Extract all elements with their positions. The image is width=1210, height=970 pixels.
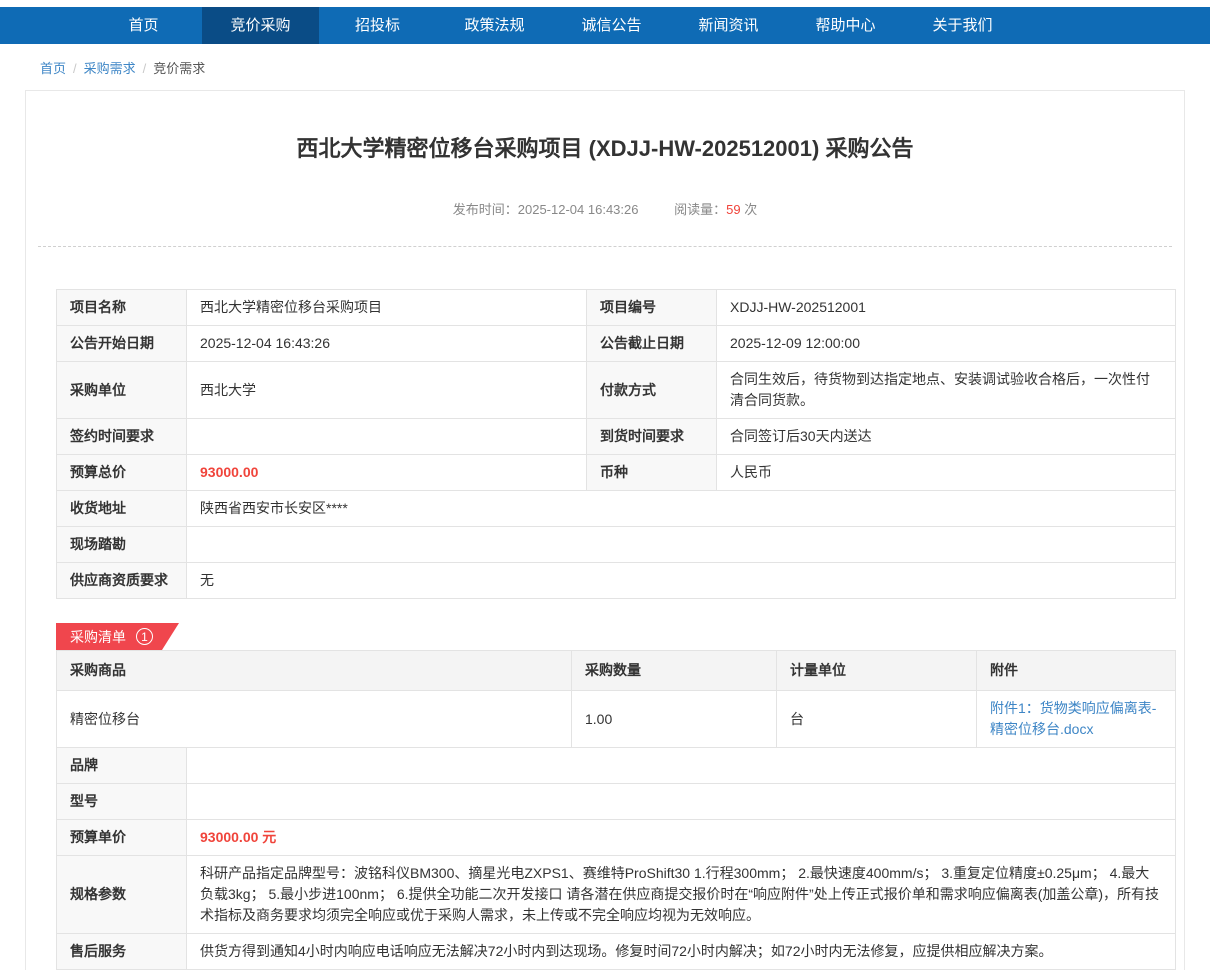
nav-item-policies[interactable]: 政策法规 — [436, 7, 553, 44]
table-row: 收货地址 陕西省西安市长安区**** — [56, 490, 1176, 527]
table-row: 预算单价 93000.00 元 — [56, 819, 1176, 856]
info-label: 项目名称 — [56, 289, 187, 326]
unit-price-value: 93000.00 元 — [186, 819, 1176, 856]
table-row: 型号 — [56, 783, 1176, 820]
purchase-list-section: 采购清单 1 — [56, 623, 1184, 650]
info-value: 西北大学精密位移台采购项目 — [186, 289, 587, 326]
purchase-list-tag-label: 采购清单 — [70, 628, 126, 645]
info-label: 预算总价 — [56, 454, 187, 491]
after-sales-value: 供货方得到通知4小时内响应电话响应无法解决72小时内到达现场。修复时间72小时内… — [186, 933, 1176, 970]
col-header-attachment: 附件 — [976, 650, 1176, 691]
purchase-list-table: 采购商品 采购数量 计量单位 附件 精密位移台 1.00 台 附件1：货物类响应… — [56, 650, 1176, 748]
info-value: XDJJ-HW-202512001 — [716, 289, 1176, 326]
top-nav: 首页 竞价采购 招投标 政策法规 诚信公告 新闻资讯 帮助中心 关于我们 — [0, 7, 1210, 44]
table-row: 预算总价 93000.00 币种 人民币 — [56, 454, 1176, 491]
nav-item-news[interactable]: 新闻资讯 — [670, 7, 787, 44]
col-header-quantity: 采购数量 — [571, 650, 777, 691]
views-label: 阅读量： — [674, 202, 727, 217]
info-value: 陕西省西安市长安区**** — [186, 490, 1176, 527]
info-label: 现场踏勘 — [56, 526, 187, 563]
info-label: 公告开始日期 — [56, 325, 187, 362]
nav-item-tenders[interactable]: 招投标 — [319, 7, 436, 44]
info-value — [186, 526, 1176, 563]
table-row: 项目名称 西北大学精密位移台采购项目 项目编号 XDJJ-HW-20251200… — [56, 289, 1176, 326]
info-label: 采购单位 — [56, 361, 187, 419]
info-value: 2025-12-04 16:43:26 — [186, 325, 587, 362]
table-header-row: 采购商品 采购数量 计量单位 附件 — [56, 650, 1176, 691]
info-label: 币种 — [586, 454, 717, 491]
info-value — [186, 418, 587, 455]
info-value: 2025-12-09 12:00:00 — [716, 325, 1176, 362]
detail-value — [186, 783, 1176, 820]
info-label: 付款方式 — [586, 361, 717, 419]
nav-item-home[interactable]: 首页 — [85, 7, 202, 44]
detail-label: 预算单价 — [56, 819, 187, 856]
nav-item-about-us[interactable]: 关于我们 — [904, 7, 1021, 44]
info-value: 人民币 — [716, 454, 1176, 491]
breadcrumb-home-link[interactable]: 首页 — [40, 61, 66, 76]
info-label: 项目编号 — [586, 289, 717, 326]
info-label: 公告截止日期 — [586, 325, 717, 362]
nav-item-integrity-notices[interactable]: 诚信公告 — [553, 7, 670, 44]
detail-label: 型号 — [56, 783, 187, 820]
spec-params-value: 科研产品指定品牌型号：波铭科仪BM300、摘星光电ZXPS1、赛维特ProShi… — [186, 855, 1176, 934]
nav-item-help-center[interactable]: 帮助中心 — [787, 7, 904, 44]
breadcrumb-separator: / — [142, 61, 147, 76]
publish-meta: 发布时间：2025-12-04 16:43:26 阅读量：59 次 — [26, 199, 1184, 218]
info-value: 合同签订后30天内送达 — [716, 418, 1176, 455]
views-count: 59 — [726, 202, 741, 217]
table-row: 公告开始日期 2025-12-04 16:43:26 公告截止日期 2025-1… — [56, 325, 1176, 362]
item-count-badge: 1 — [136, 628, 153, 645]
table-row: 签约时间要求 到货时间要求 合同签订后30天内送达 — [56, 418, 1176, 455]
info-label: 签约时间要求 — [56, 418, 187, 455]
publish-time-value: 2025-12-04 16:43:26 — [517, 202, 639, 217]
product-name: 精密位移台 — [56, 690, 572, 748]
views-unit: 次 — [744, 202, 758, 217]
product-row: 精密位移台 1.00 台 附件1：货物类响应偏离表-精密位移台.docx — [56, 690, 1176, 748]
nav-item-bidding-purchase[interactable]: 竞价采购 — [202, 7, 319, 44]
product-unit: 台 — [776, 690, 977, 748]
table-row: 现场踏勘 — [56, 526, 1176, 563]
col-header-product: 采购商品 — [56, 650, 572, 691]
announcement-card: 西北大学精密位移台采购项目 (XDJJ-HW-202512001) 采购公告 发… — [25, 90, 1185, 970]
table-row: 品牌 — [56, 747, 1176, 784]
publish-time-label: 发布时间： — [452, 202, 518, 217]
purchase-list-tag: 采购清单 1 — [56, 623, 179, 650]
info-label: 到货时间要求 — [586, 418, 717, 455]
breadcrumb-current-page: 竞价需求 — [153, 61, 206, 76]
info-value: 无 — [186, 562, 1176, 599]
budget-total-value: 93000.00 — [186, 454, 587, 491]
info-label: 收货地址 — [56, 490, 187, 527]
product-quantity: 1.00 — [571, 690, 777, 748]
project-info-table: 项目名称 西北大学精密位移台采购项目 项目编号 XDJJ-HW-20251200… — [56, 289, 1176, 599]
detail-label: 品牌 — [56, 747, 187, 784]
table-row: 规格参数 科研产品指定品牌型号：波铭科仪BM300、摘星光电ZXPS1、赛维特P… — [56, 855, 1176, 934]
table-row: 采购单位 西北大学 付款方式 合同生效后，待货物到达指定地点、安装调试验收合格后… — [56, 361, 1176, 419]
breadcrumb-purchase-demand-link[interactable]: 采购需求 — [84, 61, 136, 76]
page-title: 西北大学精密位移台采购项目 (XDJJ-HW-202512001) 采购公告 — [296, 136, 914, 161]
info-value: 合同生效后，待货物到达指定地点、安装调试验收合格后，一次性付清合同货款。 — [716, 361, 1176, 419]
product-details-table: 品牌 型号 预算单价 93000.00 元 规格参数 科研产品指定品牌型号：波铭… — [56, 747, 1176, 970]
table-row: 售后服务 供货方得到通知4小时内响应电话响应无法解决72小时内到达现场。修复时间… — [56, 933, 1176, 970]
dashed-divider — [38, 246, 1172, 247]
table-row: 供应商资质要求 无 — [56, 562, 1176, 599]
col-header-unit: 计量单位 — [776, 650, 977, 691]
detail-label: 售后服务 — [56, 933, 187, 970]
info-label: 供应商资质要求 — [56, 562, 187, 599]
attachment-link[interactable]: 附件1：货物类响应偏离表-精密位移台.docx — [990, 700, 1156, 737]
info-value: 西北大学 — [186, 361, 587, 419]
breadcrumb-separator: / — [73, 61, 77, 76]
breadcrumb: 首页 / 采购需求 / 竞价需求 — [0, 44, 1210, 90]
detail-value — [186, 747, 1176, 784]
detail-label: 规格参数 — [56, 855, 187, 934]
